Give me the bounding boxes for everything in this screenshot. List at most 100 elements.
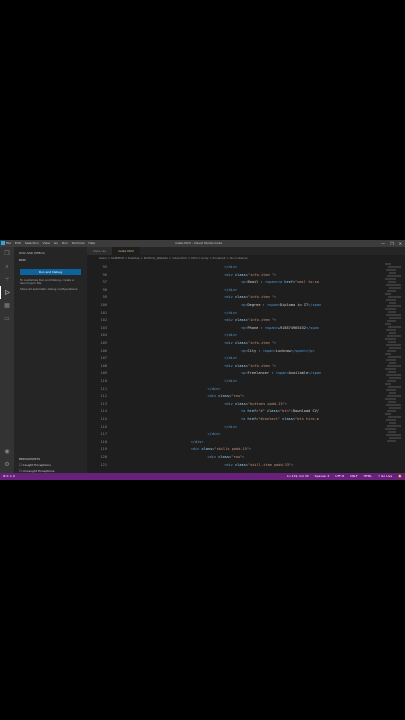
remote-icon[interactable]: ▭ xyxy=(0,312,14,325)
code-line[interactable]: <div class="info-item "> xyxy=(224,364,276,368)
minimap[interactable] xyxy=(385,263,401,473)
encoding[interactable]: UTF-8 xyxy=(335,474,344,479)
code-line[interactable]: <div class="skills padd-15"> xyxy=(191,447,252,451)
minimap-line xyxy=(385,308,396,310)
menu-file[interactable]: File xyxy=(6,241,11,246)
code-line[interactable]: <a href="#contact" class="btn hire-m xyxy=(241,417,319,421)
code-line[interactable]: <div class="row"> xyxy=(207,455,244,459)
code-line[interactable]: <a href="#" class="btn">Download CV/ xyxy=(241,409,319,413)
close-icon[interactable]: ✕ xyxy=(399,241,402,246)
language-mode[interactable]: HTML xyxy=(364,474,372,479)
source-control-icon[interactable]: ⑂ xyxy=(0,273,14,286)
line-number: 100 xyxy=(100,303,108,307)
code-line[interactable]: <p>Email : <span><a href="mail to:sa xyxy=(241,280,319,284)
minimap-line xyxy=(387,380,396,382)
maximize-icon[interactable]: ❐ xyxy=(390,241,394,246)
menu-edit[interactable]: Edit xyxy=(15,241,21,246)
line-number: 106 xyxy=(100,348,108,353)
activity-bar: ❐ ⌕ ⑂ ▷ ▦ ▭ ◉ ⚙ xyxy=(0,247,14,473)
menu-run[interactable]: Run xyxy=(62,241,68,246)
code-line[interactable]: </div> xyxy=(207,432,220,436)
line-number: 111 xyxy=(100,386,108,391)
code-line[interactable]: <p>Degree : <span>Diploma in IT</span xyxy=(241,303,321,307)
code-line[interactable]: <p>Phone : <span>+918574965432</span xyxy=(241,326,319,330)
minimap-line xyxy=(389,302,396,304)
menu-go[interactable]: Go xyxy=(54,241,58,246)
line-number: 107 xyxy=(100,356,108,361)
minimap-line xyxy=(386,434,401,436)
minimap-line xyxy=(388,431,396,433)
code-line[interactable]: </div> xyxy=(191,440,204,444)
code-line[interactable]: </div> xyxy=(224,333,237,337)
code-line[interactable]: </div> xyxy=(224,265,237,269)
code-line[interactable]: <div class="info-item "> xyxy=(224,273,276,277)
tab-index-html[interactable]: index.html xyxy=(111,247,140,255)
notifications-icon[interactable]: 🔔 xyxy=(398,474,402,479)
minimap-line xyxy=(389,407,401,409)
code-line[interactable]: <div class="row"> xyxy=(207,394,244,398)
code-line[interactable]: </div> xyxy=(224,425,237,429)
minimap-line xyxy=(386,374,401,376)
title-bar: File Edit Selection View Go Run Terminal… xyxy=(0,240,405,247)
code-line[interactable]: <div class="info-item "> xyxy=(224,341,276,345)
search-icon[interactable]: ⌕ xyxy=(0,260,14,273)
code-line[interactable]: <div class="info-item "> xyxy=(224,318,276,322)
line-number: 109 xyxy=(100,371,108,376)
minimap-line xyxy=(388,416,401,418)
window-controls: — ❐ ✕ xyxy=(381,241,402,246)
code-line[interactable]: </div> xyxy=(224,288,237,292)
minimap-line xyxy=(386,344,401,346)
menu-view[interactable]: View xyxy=(43,241,50,246)
code-line[interactable]: <div class="info-item "> xyxy=(224,295,276,299)
line-number: 103 xyxy=(100,325,108,330)
minimap-line xyxy=(388,281,396,283)
minimap-line xyxy=(388,341,396,343)
line-number: 97 xyxy=(102,280,107,285)
sidebar-header: RUN AND DEBUG xyxy=(19,251,45,255)
cursor-position[interactable]: Ln 119, Col 34 xyxy=(287,474,309,479)
minimap-line xyxy=(386,284,401,286)
minimap-line xyxy=(385,413,391,415)
run-debug-icon[interactable]: ▷ xyxy=(0,286,14,299)
minimap-line xyxy=(389,377,401,379)
minimap-line xyxy=(385,353,391,355)
minimap-line xyxy=(387,410,396,412)
run-and-debug-button[interactable]: Run and Debug xyxy=(20,269,81,275)
line-ending[interactable]: CRLF xyxy=(350,474,358,479)
account-icon[interactable]: ◉ xyxy=(0,445,14,458)
minimap-line xyxy=(386,269,396,271)
menu-terminal[interactable]: Terminal xyxy=(72,241,85,246)
vscode-window: File Edit Selection View Go Run Terminal… xyxy=(0,240,405,480)
auto-debug-text[interactable]: Show all automatic debug configurations. xyxy=(14,287,87,292)
minimap-line xyxy=(385,338,396,340)
minimap-line xyxy=(389,347,401,349)
code-line[interactable]: <div class="skill-item padd-15"> xyxy=(224,463,293,467)
minimize-icon[interactable]: — xyxy=(381,241,385,246)
code-line[interactable]: <p>City : <span>Lucknow</span></p> xyxy=(241,349,315,353)
code-line[interactable]: <p>Freelancer : <span>Available</span xyxy=(241,371,321,375)
settings-gear-icon[interactable]: ⚙ xyxy=(0,458,14,471)
go-live-button[interactable]: ⚡ Go Live xyxy=(378,474,392,479)
code-line[interactable]: <div class="buttons padd-15"> xyxy=(224,402,287,406)
files-icon[interactable]: ❐ xyxy=(0,247,14,260)
minimap-line xyxy=(386,404,401,406)
minimap-line xyxy=(386,419,396,421)
status-bar: ⊗ 0 ⚠ 0 Ln 119, Col 34 Spaces: 4 UTF-8 C… xyxy=(0,473,405,480)
code-line[interactable]: </div> xyxy=(207,387,220,391)
run-section-header[interactable]: RUN xyxy=(14,256,87,264)
breadcrumb[interactable]: Users > SARVESH > Desktop > Portfolio_We… xyxy=(87,255,405,261)
editor-tabs: style.css index.html xyxy=(87,247,405,255)
code-editor[interactable]: 95 </div> 96 <div class="info-item "> 97 <p>E… xyxy=(87,263,405,473)
run-debug-sidebar: RUN AND DEBUG RUN Run and Debug To custo… xyxy=(14,247,87,479)
minimap-line xyxy=(389,317,401,319)
code-line[interactable]: </div> xyxy=(224,379,237,383)
indentation[interactable]: Spaces: 4 xyxy=(315,474,330,479)
line-number: 113 xyxy=(100,401,108,406)
code-line[interactable]: </div> xyxy=(224,356,237,360)
problems-indicator[interactable]: ⊗ 0 ⚠ 0 xyxy=(3,474,15,479)
extensions-icon[interactable]: ▦ xyxy=(0,299,14,312)
menu-selection[interactable]: Selection xyxy=(25,241,39,246)
code-line[interactable]: </div> xyxy=(224,311,237,315)
tab-style-css[interactable]: style.css xyxy=(87,247,112,255)
menu-help[interactable]: Help xyxy=(88,241,95,246)
